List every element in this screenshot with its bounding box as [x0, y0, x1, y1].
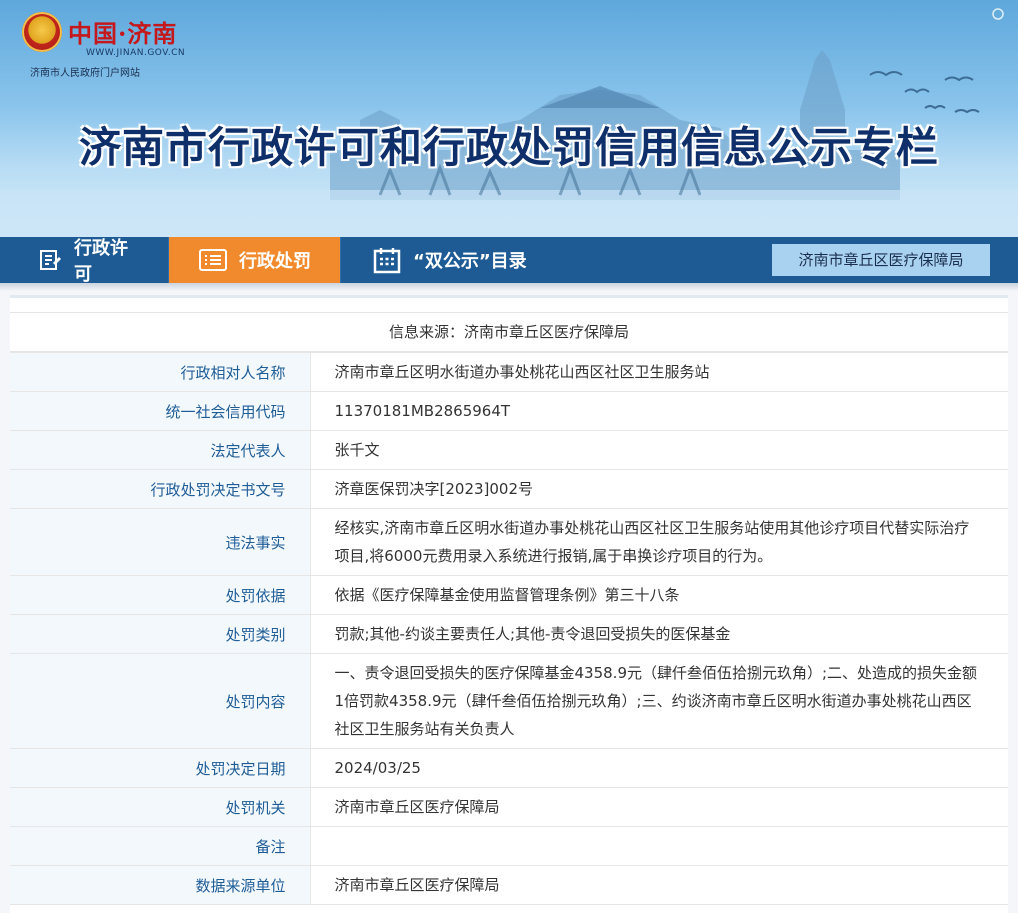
card-top-strip: [10, 298, 1008, 313]
table-row: 处罚机关 济南市章丘区医疗保障局: [10, 787, 1008, 827]
penalty-detail-table: 行政相对人名称 济南市章丘区明水街道办事处桃花山西区社区卫生服务站 统一社会信用…: [10, 352, 1008, 905]
logo-name: 中国·济南: [68, 19, 178, 48]
nav-double-publicity-catalog[interactable]: “双公示”目录: [341, 237, 555, 283]
row-value: 济南市章丘区明水街道办事处桃花山西区社区卫生服务站: [309, 352, 1008, 392]
main-nav: 行政许可 行政处罚 “双公示”目录 济南市章丘区医疗保障局: [0, 237, 1018, 285]
penalty-detail-card: 信息来源：济南市章丘区医疗保障局 行政相对人名称 济南市章丘区明水街道办事处桃花…: [10, 295, 1008, 913]
row-label: 处罚机关: [10, 787, 311, 827]
row-value: 罚款;其他-约谈主要责任人;其他-责令退回受损失的医保基金: [309, 614, 1008, 654]
row-value: 济南市章丘区医疗保障局: [309, 865, 1008, 905]
logo-subtitle: 济南市人民政府门户网站: [30, 68, 140, 79]
table-row: 处罚类别 罚款;其他-约谈主要责任人;其他-责令退回受损失的医保基金: [10, 614, 1008, 654]
table-row: 行政相对人名称 济南市章丘区明水街道办事处桃花山西区社区卫生服务站: [10, 352, 1008, 392]
table-row: 数据来源单位 济南市章丘区医疗保障局: [10, 865, 1008, 905]
row-value: 11370181MB2865964T: [309, 391, 1008, 431]
nav-label: 行政许可: [74, 238, 128, 285]
table-row: 法定代表人 张千文: [10, 430, 1008, 470]
row-label: 备注: [10, 826, 311, 866]
page-title: 济南市行政许可和行政处罚信用信息公示专栏: [78, 123, 939, 172]
table-row: 处罚内容 一、责令退回受损失的医疗保障基金4358.9元（肆仟叁佰伍拾捌元玖角）…: [10, 653, 1008, 749]
nav-shadow: [0, 283, 1018, 291]
row-value: 一、责令退回受损失的医疗保障基金4358.9元（肆仟叁佰伍拾捌元玖角）;二、处造…: [309, 653, 1008, 749]
row-label: 违法事实: [10, 508, 311, 576]
nav-admin-license[interactable]: 行政许可: [0, 237, 169, 285]
row-label: 法定代表人: [10, 430, 311, 470]
row-label: 处罚依据: [10, 575, 311, 615]
row-label: 处罚内容: [10, 653, 311, 749]
table-row: 统一社会信用代码 11370181MB2865964T: [10, 391, 1008, 431]
header-banner: 中国·济南 WWW.JINAN.GOV.CN 济南市人民政府门户网站 济南市行政…: [0, 0, 1018, 237]
logo-url: WWW.JINAN.GOV.CN: [86, 48, 186, 58]
row-label: 处罚类别: [10, 614, 311, 654]
table-row: 备注: [10, 826, 1008, 866]
national-emblem-icon: [22, 12, 62, 52]
row-value: 2024/03/25: [309, 748, 1008, 788]
source-agency-button[interactable]: 济南市章丘区医疗保障局: [772, 244, 990, 276]
row-value: 张千文: [309, 430, 1008, 470]
nav-admin-penalty[interactable]: 行政处罚: [169, 237, 341, 283]
row-label: 行政处罚决定书文号: [10, 469, 311, 509]
calendar-icon: [373, 246, 401, 274]
row-value: 依据《医疗保障基金使用监督管理条例》第三十八条: [309, 575, 1008, 615]
table-row: 处罚决定日期 2024/03/25: [10, 748, 1008, 788]
nav-label: “双公示”目录: [413, 251, 527, 272]
table-row: 行政处罚决定书文号 济章医保罚决字[2023]002号: [10, 469, 1008, 509]
nav-label: 行政处罚: [239, 251, 311, 272]
row-value: 济章医保罚决字[2023]002号: [309, 469, 1008, 509]
edit-document-icon: [38, 248, 62, 272]
info-source-line: 信息来源：济南市章丘区医疗保障局: [10, 313, 1008, 352]
table-row: 违法事实 经核实,济南市章丘区明水街道办事处桃花山西区社区卫生服务站使用其他诊疗…: [10, 508, 1008, 576]
table-row: 处罚依据 依据《医疗保障基金使用监督管理条例》第三十八条: [10, 575, 1008, 615]
list-icon: [199, 249, 227, 271]
row-value: 济南市章丘区医疗保障局: [309, 787, 1008, 827]
row-label: 统一社会信用代码: [10, 391, 311, 431]
row-label: 处罚决定日期: [10, 748, 311, 788]
row-value: 经核实,济南市章丘区明水街道办事处桃花山西区社区卫生服务站使用其他诊疗项目代替实…: [309, 508, 1008, 576]
row-value: [309, 826, 1008, 866]
site-logo[interactable]: 中国·济南 WWW.JINAN.GOV.CN 济南市人民政府门户网站: [22, 10, 202, 79]
row-label: 数据来源单位: [10, 865, 311, 905]
row-label: 行政相对人名称: [10, 352, 311, 392]
